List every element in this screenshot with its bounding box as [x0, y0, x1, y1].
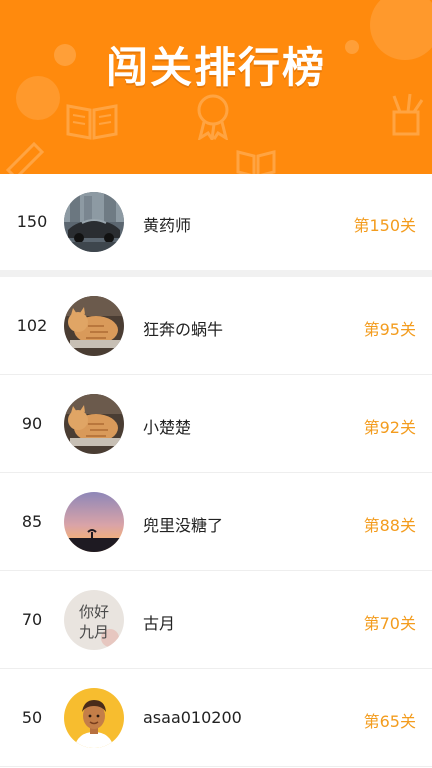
player-name: 狂奔の蜗牛: [143, 320, 224, 339]
ranking-row[interactable]: 70 你好 九月 古月 第70关: [0, 571, 432, 669]
score: 102: [16, 316, 48, 335]
player-name: asaa010200: [143, 708, 242, 727]
cartoon-man-avatar: [64, 688, 124, 748]
ranking-banner: 闯关排行榜: [0, 0, 432, 174]
cat-photo-avatar: [64, 296, 124, 356]
page-title: 闯关排行榜: [105, 43, 326, 92]
player-name: 兜里没糖了: [143, 516, 224, 535]
player-name: 黄药师: [143, 216, 192, 235]
ranking-list: 102 狂奔の蜗牛 第95关 90 小楚楚 第92关 85 兜里没糖了 第88关…: [0, 277, 432, 767]
section-divider: [0, 270, 432, 277]
book-icon: [66, 104, 118, 140]
pencil-icon: [5, 141, 45, 174]
book-icon: [236, 150, 276, 174]
ranking-row[interactable]: 85 兜里没糖了 第88关: [0, 473, 432, 571]
ranking-row[interactable]: 50 asaa010200 第65关: [0, 669, 432, 767]
sunset-photo-avatar: [64, 492, 124, 552]
ranking-row[interactable]: 102 狂奔の蜗牛 第95关: [0, 277, 432, 375]
level-label: 第95关: [363, 320, 416, 339]
pen-holder-icon: [392, 93, 424, 136]
level-label: 第88关: [363, 516, 416, 535]
svg-text:九月: 九月: [79, 623, 109, 641]
level-label: 第92关: [363, 418, 416, 437]
ranking-row[interactable]: 90 小楚楚 第92关: [0, 375, 432, 473]
calligraphy-avatar: 你好 九月: [64, 590, 124, 650]
avatar-text: 你好: [79, 603, 109, 621]
level-label: 第65关: [363, 712, 416, 731]
score: 90: [21, 414, 43, 433]
level-label: 第70关: [363, 614, 416, 633]
score: 50: [21, 708, 43, 727]
car-photo-avatar: [64, 192, 124, 252]
cat-photo-avatar: [64, 394, 124, 454]
medal-icon: [197, 94, 229, 140]
score: 70: [21, 610, 43, 629]
my-rank-row[interactable]: 150 黄药师 第150关: [0, 174, 432, 270]
level-label: 第150关: [353, 216, 416, 235]
score: 150: [16, 212, 48, 231]
score: 85: [21, 512, 43, 531]
my-rank-card: 150 黄药师 第150关: [0, 174, 432, 270]
player-name: 古月: [143, 614, 176, 633]
player-name: 小楚楚: [143, 418, 192, 437]
